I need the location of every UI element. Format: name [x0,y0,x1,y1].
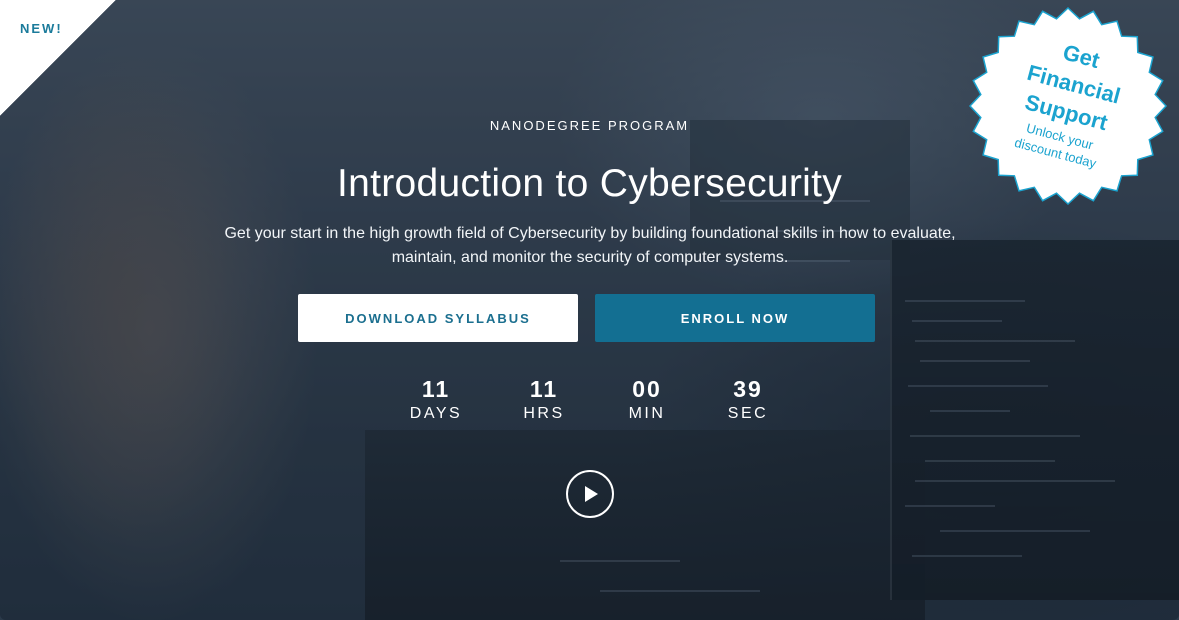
countdown-hours: 11 HRS [492,376,596,423]
play-video-button[interactable] [566,470,614,518]
financial-support-badge[interactable]: Get Financial Support Unlock your discou… [968,6,1168,206]
countdown-minutes: 00 MIN [595,376,699,423]
countdown-timer: 11 DAYS 11 HRS 00 MIN 39 SEC [384,376,804,436]
hero-description: Get your start in the high growth field … [190,222,990,270]
countdown-seconds-label: SEC [727,405,769,422]
countdown-days: 11 DAYS [384,376,488,423]
enroll-now-button[interactable]: ENROLL NOW [595,294,875,342]
countdown-seconds: 39 SEC [696,376,800,423]
new-corner-ribbon [0,0,116,116]
countdown-seconds-value: 39 [733,376,763,402]
countdown-hours-value: 11 [529,376,559,402]
hero-description-line: Get your start in the high growth field … [224,225,956,242]
new-label: NEW! [20,21,63,36]
countdown-days-label: DAYS [409,405,463,422]
countdown-hours-label: HRS [523,405,565,422]
play-icon [585,486,598,502]
financial-support-heading-line: Get [1060,39,1103,74]
countdown-minutes-value: 00 [632,376,662,402]
countdown-minutes-label: MIN [628,405,666,422]
hero-banner: NEW! NANODEGREE PROGRAM Introduction to … [0,0,1179,620]
download-syllabus-button[interactable]: DOWNLOAD SYLLABUS [298,294,578,342]
hero-description-line: maintain, and monitor the security of co… [391,249,789,266]
countdown-days-value: 11 [421,376,451,402]
